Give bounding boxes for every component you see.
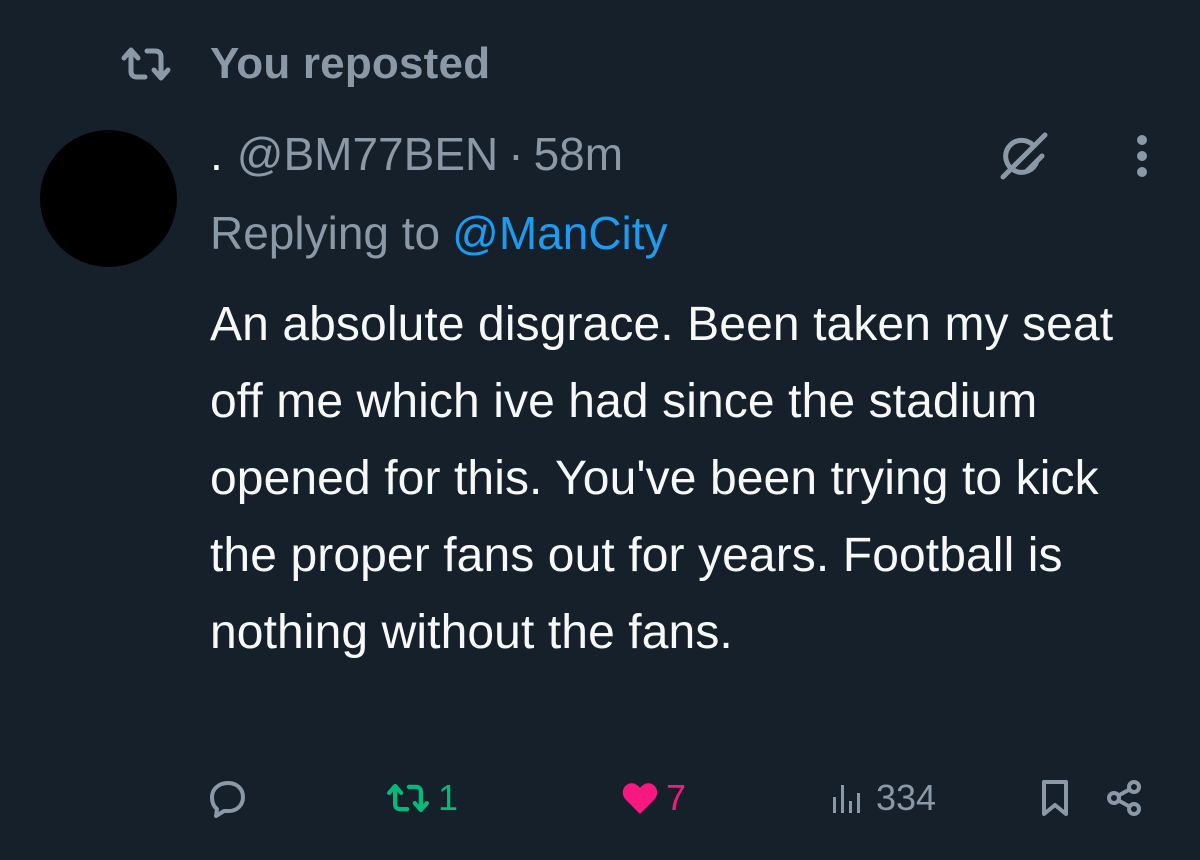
repost-label: You reposted [210, 39, 491, 88]
analytics-icon [830, 781, 864, 815]
like-button[interactable]: 7 [620, 770, 686, 826]
reply-button[interactable] [206, 770, 250, 826]
display-name[interactable]: . [210, 127, 223, 181]
user-handle[interactable]: @BM77BEN [237, 127, 498, 181]
reply-icon [206, 776, 250, 820]
repost-icon [118, 44, 174, 84]
grok-icon[interactable] [992, 124, 1056, 188]
tweet-time[interactable]: 58m [534, 127, 623, 181]
bookmark-icon [1040, 778, 1070, 818]
views-count: 334 [876, 777, 937, 818]
tweet-text: An absolute disgrace. Been taken my seat… [210, 298, 1114, 659]
share-icon [1104, 778, 1144, 818]
views-button[interactable]: 334 [830, 770, 936, 826]
tweet-header: . @BM77BEN · 58m [210, 122, 623, 186]
repost-button[interactable]: 1 [384, 770, 458, 826]
replying-prefix: Replying to [210, 207, 441, 259]
share-button[interactable] [1104, 770, 1144, 826]
tweet-actions: 1 7 334 [0, 770, 1200, 826]
bookmark-button[interactable] [1040, 770, 1070, 826]
header-separator: · [508, 128, 524, 180]
replying-to: Replying to @ManCity [210, 201, 668, 265]
repost-banner: You reposted [118, 34, 490, 94]
heart-icon [620, 779, 660, 817]
more-icon[interactable] [1134, 132, 1150, 180]
repost-action-icon [384, 780, 432, 816]
repost-count: 1 [438, 777, 459, 818]
header-actions [992, 124, 1150, 188]
avatar[interactable] [40, 130, 177, 267]
mention-link[interactable]: @ManCity [452, 206, 667, 260]
like-count: 7 [666, 777, 687, 818]
